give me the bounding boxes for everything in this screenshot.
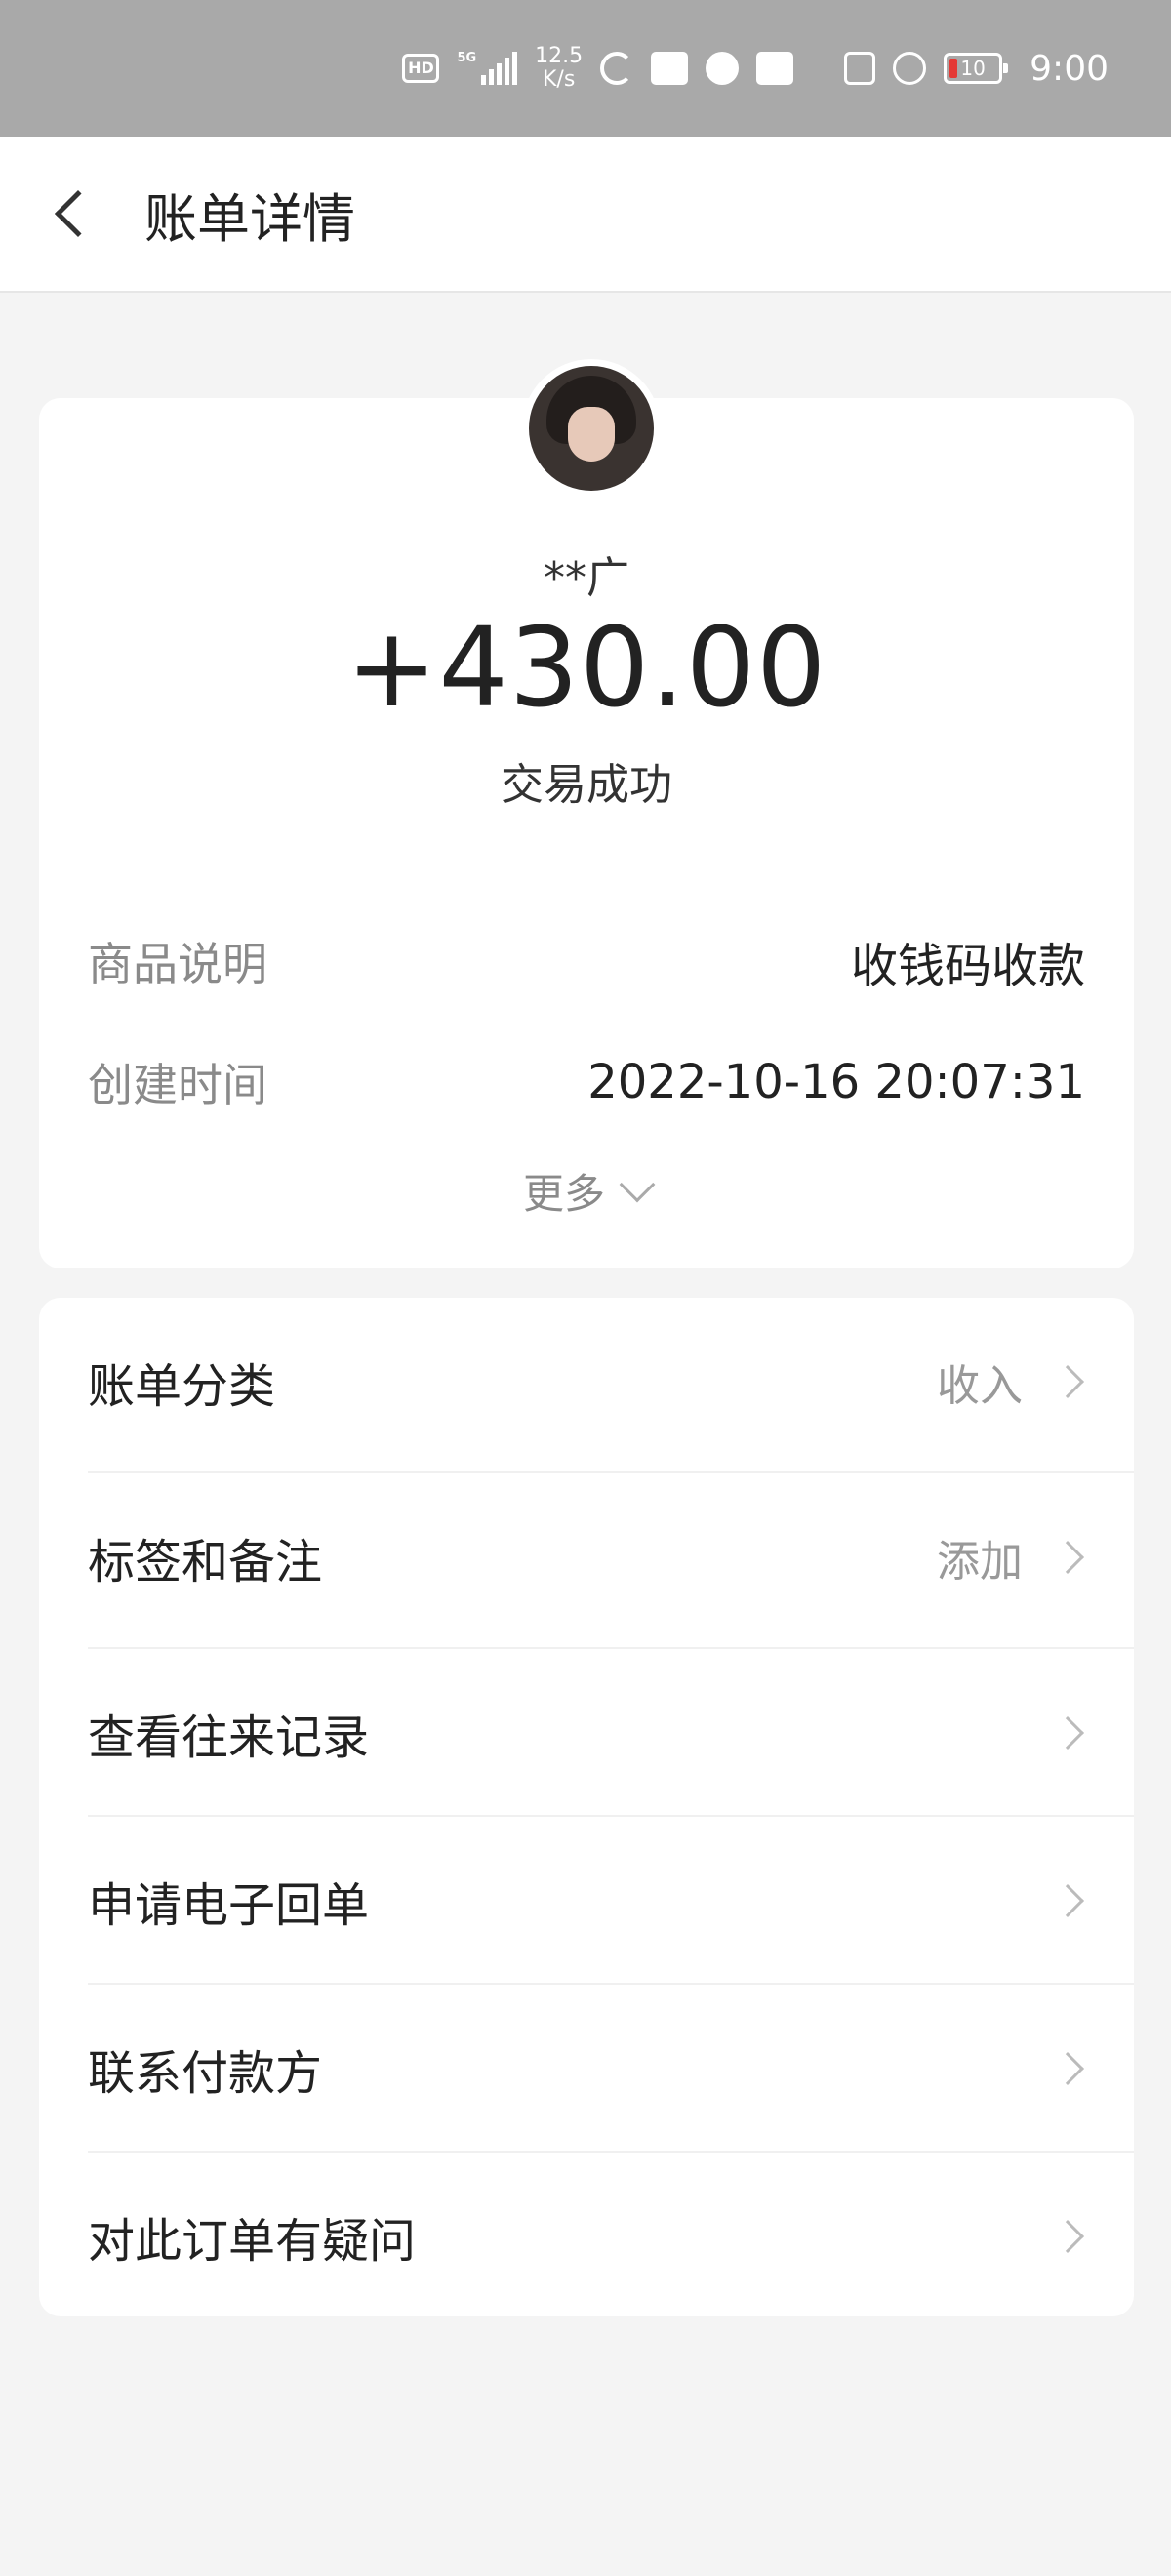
- chevron-right-icon: [1051, 1716, 1084, 1750]
- actions-list-card: 账单分类 收入 标签和备注 添加 查看往来记录 申请电子回单 联系付款方 对此订…: [39, 1298, 1134, 2316]
- transaction-summary-card: **广 +430.00 交易成功 商品说明 收钱码收款 创建时间 2022-10…: [39, 359, 1134, 1268]
- detail-label: 商品说明: [88, 938, 267, 990]
- list-item-label: 账单分类: [88, 1359, 276, 1414]
- chevron-down-icon: [619, 1166, 656, 1203]
- back-arrow-icon: [54, 189, 102, 238]
- signal-icon: 5G: [457, 51, 518, 85]
- chevron-right-icon: [1051, 1365, 1084, 1398]
- list-item-value: 添加: [937, 1537, 1023, 1587]
- list-item-label: 查看往来记录: [88, 1711, 370, 1765]
- list-item-value: 收入: [937, 1361, 1023, 1411]
- list-item-label: 标签和备注: [88, 1535, 323, 1590]
- detail-value: 收钱码收款: [850, 939, 1085, 993]
- network-type: 5G: [457, 51, 477, 65]
- clock: 9:00: [1030, 48, 1109, 89]
- list-item-tags-notes[interactable]: 标签和备注 添加: [39, 1473, 1134, 1641]
- back-button[interactable]: [0, 136, 146, 292]
- chevron-right-icon: [1051, 1541, 1084, 1574]
- nav-bar: 账单详情: [0, 137, 1171, 293]
- transaction-status: 交易成功: [501, 760, 672, 810]
- voice-icon: [706, 52, 740, 85]
- chevron-right-icon: [1051, 2052, 1084, 2085]
- status-bar: HD 5G 12.5 K/s 10 9:00: [0, 0, 1171, 137]
- network-speed: 12.5 K/s: [535, 45, 583, 92]
- alarm-icon: [893, 52, 927, 85]
- list-item-bill-category[interactable]: 账单分类 收入: [39, 1298, 1134, 1466]
- status-right-icons: 10 9:00: [844, 49, 1109, 89]
- avatar[interactable]: [522, 359, 661, 498]
- battery-icon: 10: [944, 53, 1009, 84]
- list-item-label: 联系付款方: [88, 2046, 323, 2101]
- speed-unit: K/s: [543, 67, 576, 92]
- chevron-right-icon: [1051, 2220, 1084, 2253]
- avatar-image: [529, 366, 654, 491]
- detail-row-description: 商品说明 收钱码收款: [88, 927, 1085, 995]
- detail-value: 2022-10-16 20:07:31: [587, 1055, 1085, 1109]
- chevron-right-icon: [1051, 1884, 1084, 1917]
- nfc-icon: [844, 52, 876, 85]
- list-item-e-receipt[interactable]: 申请电子回单: [39, 1817, 1134, 1985]
- loading-icon: [600, 52, 634, 85]
- more-label: 更多: [522, 1169, 605, 1218]
- list-item-order-question[interactable]: 对此订单有疑问: [39, 2153, 1134, 2320]
- hd-icon: HD: [402, 54, 440, 83]
- list-item-label: 对此订单有疑问: [88, 2214, 417, 2269]
- status-left-icons: HD 5G 12.5 K/s: [402, 45, 794, 92]
- transaction-amount: +430.00: [345, 605, 828, 732]
- more-button[interactable]: 更多: [39, 1161, 1134, 1220]
- message-icon: [756, 52, 794, 85]
- list-item-contact-payer[interactable]: 联系付款方: [39, 1985, 1134, 2153]
- list-item-label: 申请电子回单: [88, 1878, 370, 1933]
- message-icon: [651, 52, 689, 85]
- speed-value: 12.5: [535, 44, 584, 68]
- detail-row-created-time: 创建时间 2022-10-16 20:07:31: [88, 1048, 1085, 1116]
- page-title: 账单详情: [144, 187, 355, 250]
- list-item-view-records[interactable]: 查看往来记录: [39, 1649, 1134, 1817]
- detail-label: 创建时间: [88, 1059, 267, 1111]
- payer-name: **广: [544, 553, 629, 603]
